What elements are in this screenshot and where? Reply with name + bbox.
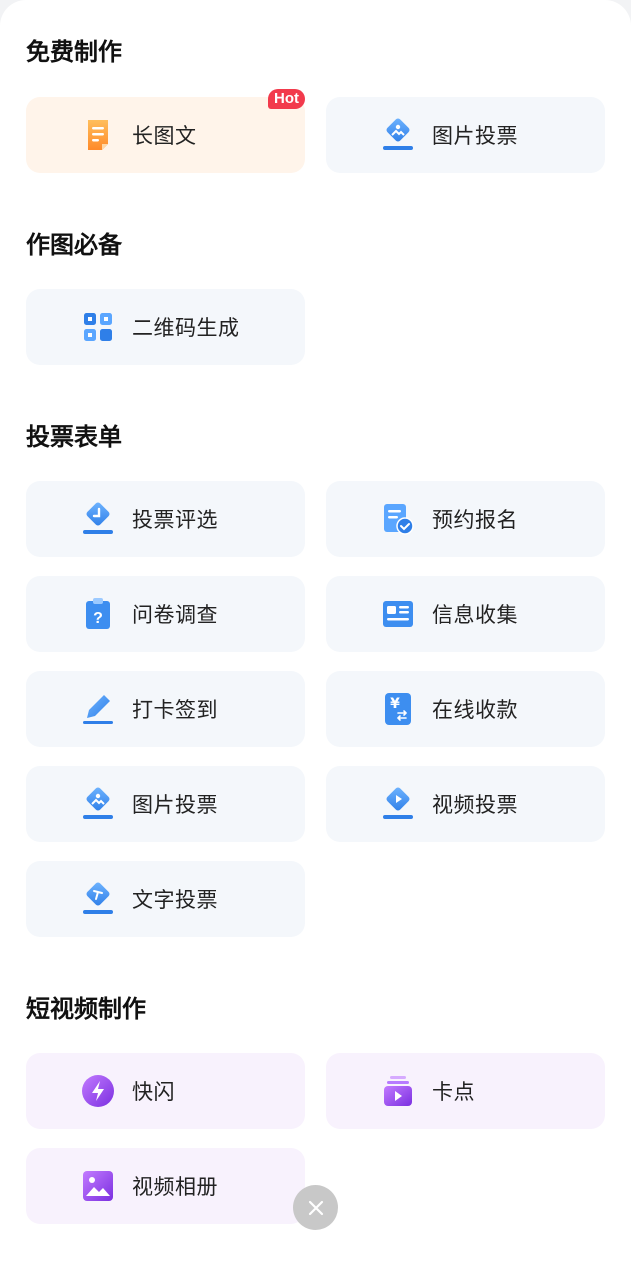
close-button[interactable]	[293, 1185, 338, 1230]
card-flash[interactable]: 快闪	[26, 1053, 305, 1129]
svg-text:?: ?	[93, 610, 103, 627]
svg-text:¥: ¥	[390, 696, 400, 712]
card-beat-sync[interactable]: 卡点	[326, 1053, 605, 1129]
beat-sync-icon	[380, 1073, 416, 1109]
section-title: 投票表单	[26, 423, 122, 451]
card-label: 图片投票	[132, 793, 218, 817]
card-long-article[interactable]: 长图文 Hot	[26, 89, 305, 173]
tool-sheet: 免费制作 长图文 Hot 图片投票 作图必备 二维码生成 投票表单 投票评选 预…	[0, 0, 631, 1280]
online-payment-icon: ¥	[380, 691, 416, 727]
card-questionnaire[interactable]: ? 问卷调查	[26, 576, 305, 652]
card-video-vote[interactable]: 视频投票	[326, 766, 605, 842]
close-icon	[308, 1200, 323, 1215]
section-title: 短视频制作	[26, 995, 146, 1023]
flash-icon	[80, 1073, 116, 1109]
section-free: 免费制作 长图文 Hot 图片投票	[26, 32, 605, 173]
card-label: 视频相册	[132, 1175, 218, 1199]
card-qr-code[interactable]: 二维码生成	[26, 289, 305, 365]
card-info-collect[interactable]: 信息收集	[326, 576, 605, 652]
section-vote-forms: 投票表单 投票评选 预约报名 ? 问卷调查 信息收集 打卡签到 ¥ 在线收款 图…	[26, 417, 605, 937]
image-vote-icon	[80, 786, 116, 822]
card-label: 快闪	[132, 1080, 175, 1104]
card-image-vote-2[interactable]: 图片投票	[26, 766, 305, 842]
check-in-icon	[80, 691, 116, 727]
questionnaire-icon: ?	[80, 596, 116, 632]
card-label: 在线收款	[432, 698, 518, 722]
card-appointment[interactable]: 预约报名	[326, 481, 605, 557]
section-essentials: 作图必备 二维码生成	[26, 225, 605, 365]
long-article-icon	[80, 117, 116, 153]
card-label: 视频投票	[432, 793, 518, 817]
card-label: 二维码生成	[132, 316, 240, 340]
card-label: 投票评选	[132, 508, 218, 532]
section-title: 作图必备	[26, 231, 122, 259]
card-label: 文字投票	[132, 888, 218, 912]
hot-badge: Hot	[268, 89, 305, 109]
appointment-icon	[380, 501, 416, 537]
video-album-icon	[80, 1168, 116, 1204]
card-label: 卡点	[432, 1080, 475, 1104]
card-label: 预约报名	[432, 508, 518, 532]
card-label: 图片投票	[432, 124, 518, 148]
image-vote-icon	[380, 117, 416, 153]
card-label: 问卷调查	[132, 603, 218, 627]
vote-select-icon	[80, 501, 116, 537]
qr-code-icon	[80, 309, 116, 345]
card-video-album[interactable]: 视频相册	[26, 1148, 305, 1224]
card-image-vote[interactable]: 图片投票	[326, 97, 605, 173]
card-label: 打卡签到	[132, 698, 218, 722]
card-online-payment[interactable]: ¥ 在线收款	[326, 671, 605, 747]
info-collect-icon	[380, 596, 416, 632]
card-vote-select[interactable]: 投票评选	[26, 481, 305, 557]
card-text-vote[interactable]: 文字投票	[26, 861, 305, 937]
card-label: 信息收集	[432, 603, 518, 627]
card-label: 长图文	[132, 124, 197, 148]
text-vote-icon	[80, 881, 116, 917]
section-title: 免费制作	[26, 38, 122, 66]
video-vote-icon	[380, 786, 416, 822]
card-check-in[interactable]: 打卡签到	[26, 671, 305, 747]
